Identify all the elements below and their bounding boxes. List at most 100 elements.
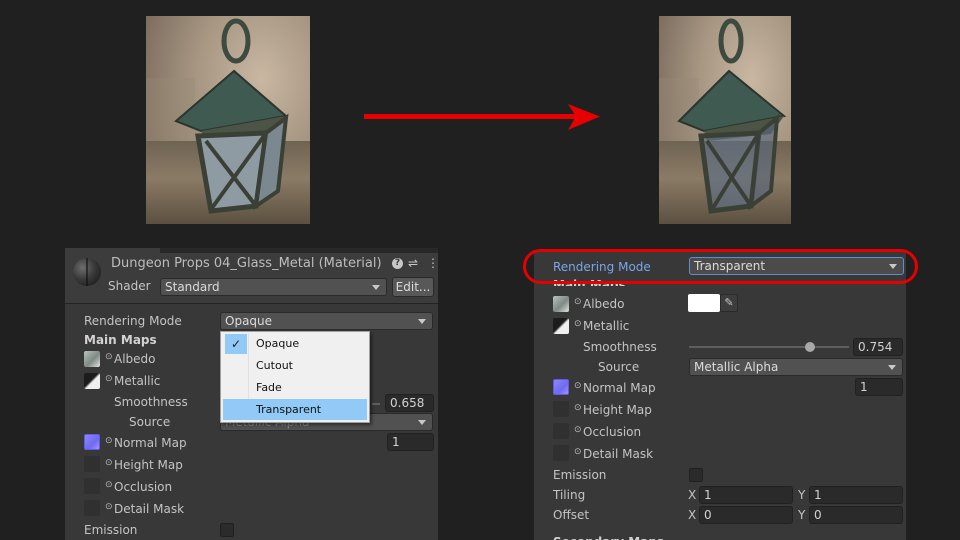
offset-x-label: X <box>688 508 697 522</box>
chevron-down-icon <box>372 285 380 290</box>
smoothness-slider[interactable] <box>372 403 380 405</box>
menu-item-fade[interactable]: Fade <box>223 377 367 398</box>
smoothness-field[interactable]: 0.754 <box>853 338 903 356</box>
chevron-down-icon <box>418 420 426 425</box>
rendering-mode-menu: ✓ Opaque Cutout Fade Transparent <box>220 331 370 423</box>
occlusion-texture-slot[interactable] <box>553 423 569 439</box>
inspector-tab[interactable] <box>65 248 160 253</box>
menu-item-cutout[interactable]: Cutout <box>223 355 367 376</box>
tiling-x-field[interactable]: 1 <box>699 486 793 504</box>
tiling-y-field[interactable]: 1 <box>809 486 903 504</box>
eyedropper-icon[interactable]: ✎ <box>720 294 738 312</box>
height-map-label: Height Map <box>583 403 652 417</box>
metallic-texture-slot[interactable] <box>553 318 569 334</box>
normal-map-label: Normal Map <box>583 381 656 395</box>
texture-picker-icon[interactable]: ⊙ <box>574 297 582 307</box>
albedo-texture-slot[interactable] <box>84 351 100 367</box>
source-label: Source <box>129 415 171 429</box>
menu-item-opaque[interactable]: ✓ Opaque <box>223 333 367 354</box>
source-dropdown[interactable]: Metallic Alpha <box>689 358 903 376</box>
normal-map-scale-field[interactable]: 1 <box>387 433 434 451</box>
menu-item-label: Opaque <box>256 337 300 350</box>
right-arrow-icon <box>364 104 600 130</box>
rendering-mode-label: Rendering Mode <box>84 314 182 328</box>
texture-picker-icon[interactable]: ⊙ <box>105 374 113 384</box>
texture-picker-icon[interactable]: ⊙ <box>105 352 113 362</box>
albedo-texture-slot[interactable] <box>553 296 569 312</box>
texture-picker-icon[interactable]: ⊙ <box>105 458 113 468</box>
smoothness-label: Smoothness <box>583 340 657 354</box>
kebab-menu-icon[interactable]: ⋮ <box>427 256 439 270</box>
chevron-down-icon <box>888 365 896 370</box>
normal-map-label: Normal Map <box>114 436 187 450</box>
texture-picker-icon[interactable]: ⊙ <box>574 403 582 413</box>
smoothness-field[interactable]: 0.658 <box>385 394 434 412</box>
highlight-annotation <box>523 249 918 284</box>
shader-label: Shader <box>108 279 151 293</box>
smoothness-slider-track[interactable] <box>689 346 849 348</box>
menu-item-label: Transparent <box>256 403 322 416</box>
emission-checkbox[interactable] <box>689 468 703 482</box>
inspector-header: Dungeon Props 04_Glass_Metal (Material) … <box>65 248 439 304</box>
detail-mask-label: Detail Mask <box>583 447 654 461</box>
smoothness-slider-handle[interactable] <box>804 342 815 352</box>
emission-label: Emission <box>84 523 138 537</box>
metallic-texture-slot[interactable] <box>84 373 100 389</box>
detail-mask-texture-slot[interactable] <box>553 445 569 461</box>
detail-mask-label: Detail Mask <box>114 502 185 516</box>
height-map-texture-slot[interactable] <box>553 401 569 417</box>
normal-map-texture-slot[interactable] <box>84 434 100 450</box>
normal-map-scale-field[interactable]: 1 <box>855 378 903 396</box>
texture-picker-icon[interactable]: ⊙ <box>574 425 582 435</box>
offset-y-field[interactable]: 0 <box>809 506 903 524</box>
menu-item-label: Cutout <box>256 359 293 372</box>
occlusion-texture-slot[interactable] <box>84 478 100 494</box>
main-maps-heading: Main Maps <box>84 333 157 347</box>
checkmark-icon: ✓ <box>225 334 247 354</box>
tab-strip <box>65 248 438 253</box>
albedo-color-swatch[interactable] <box>688 294 720 312</box>
metallic-label: Metallic <box>583 319 630 333</box>
shader-value: Standard <box>165 280 220 294</box>
lantern-opaque-icon <box>174 18 289 214</box>
texture-picker-icon[interactable]: ⊙ <box>574 381 582 391</box>
occlusion-label: Occlusion <box>583 425 642 439</box>
edit-shader-button[interactable]: Edit... <box>392 277 434 297</box>
chevron-down-icon <box>418 319 426 324</box>
texture-picker-icon[interactable]: ⊙ <box>574 319 582 329</box>
secondary-maps-heading: Secondary Maps <box>553 535 664 540</box>
occlusion-label: Occlusion <box>114 480 173 494</box>
height-map-label: Height Map <box>114 458 183 472</box>
tiling-label: Tiling <box>553 488 586 502</box>
offset-label: Offset <box>553 508 590 522</box>
albedo-label: Albedo <box>114 352 156 366</box>
source-label: Source <box>598 360 640 374</box>
height-map-texture-slot[interactable] <box>84 456 100 472</box>
help-icon[interactable]: ? <box>392 258 403 269</box>
shader-dropdown[interactable]: Standard <box>160 278 387 296</box>
rendering-mode-dropdown[interactable]: Opaque <box>220 312 433 330</box>
menu-item-label: Fade <box>256 381 282 394</box>
texture-picker-icon[interactable]: ⊙ <box>105 436 113 446</box>
emission-label: Emission <box>553 468 607 482</box>
rendering-mode-value: Opaque <box>225 314 273 328</box>
smoothness-label: Smoothness <box>114 395 188 409</box>
material-inspector-after: Rendering Mode Transparent Main Maps ⊙ A… <box>534 250 906 540</box>
texture-picker-icon[interactable]: ⊙ <box>574 447 582 457</box>
normal-map-texture-slot[interactable] <box>553 379 569 395</box>
source-value: Metallic Alpha <box>694 360 779 374</box>
texture-picker-icon[interactable]: ⊙ <box>105 502 113 512</box>
metallic-label: Metallic <box>114 374 161 388</box>
offset-x-field[interactable]: 0 <box>699 506 793 524</box>
texture-picker-icon[interactable]: ⊙ <box>105 480 113 490</box>
material-preview-icon <box>73 258 101 286</box>
detail-mask-texture-slot[interactable] <box>84 500 100 516</box>
lantern-opaque-image <box>146 16 310 224</box>
presets-icon[interactable]: ⇌ <box>408 256 418 270</box>
material-title: Dungeon Props 04_Glass_Metal (Material) <box>111 256 382 271</box>
menu-item-transparent[interactable]: Transparent <box>223 399 367 420</box>
tiling-y-label: Y <box>798 488 806 502</box>
offset-y-label: Y <box>798 508 806 522</box>
lantern-transparent-image <box>659 16 791 224</box>
emission-checkbox[interactable] <box>220 523 234 537</box>
